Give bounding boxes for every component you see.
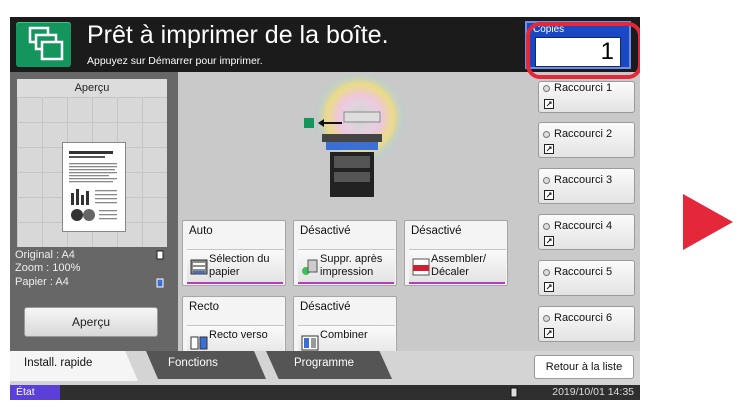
paper-tray-icon [190,259,208,275]
delete-after-print-label: Suppr. après impression [320,253,383,278]
paper-portrait-icon [156,250,164,260]
collate-offset-button[interactable]: Désactivé Assembler/ Décaler [404,220,508,286]
radio-icon [543,177,550,184]
document-thumbnail [62,142,126,232]
shortcut-2[interactable]: Raccourci 2 [538,122,635,158]
zoom-level: Zoom : 100% [15,262,81,274]
copies-field[interactable]: Copies 1 [525,21,631,69]
copies-label: Copies [533,24,565,35]
combine-icon [301,335,319,351]
tab-install-rapide[interactable]: Install. rapide [10,351,138,381]
duplex-icon [190,336,208,350]
shortcut-4[interactable]: Raccourci 4 [538,214,635,250]
original-size: Original : A4 [15,249,75,261]
shortcut-icon [544,99,554,109]
shortcut-6-label: Raccourci 6 [554,312,613,324]
shortcut-3[interactable]: Raccourci 3 [538,168,635,204]
collate-offset-label: Assembler/ Décaler [431,253,487,278]
shortcut-icon [544,328,554,338]
status-bar: État 2019/10/01 14:35 [10,385,640,400]
shortcut-1-label: Raccourci 1 [554,82,613,94]
copies-input[interactable]: 1 [535,37,621,67]
shortcut-1[interactable]: Raccourci 1 [538,81,635,113]
shortcut-icon [544,144,554,154]
collate-icon [412,258,430,276]
printer-icon [304,74,408,197]
shortcut-2-label: Raccourci 2 [554,128,613,140]
memory-icon [510,387,518,398]
duplex-value: Recto [189,301,220,313]
tab-program[interactable]: Programme [266,351,392,379]
preview-area [17,97,167,247]
status-datetime: 2019/10/01 14:35 [552,386,634,398]
paper-selection-button[interactable]: Auto Sélection du papier [182,220,286,286]
back-to-list-button[interactable]: Retour à la liste [534,355,634,379]
control-panel-screen: Prêt à imprimer de la boîte. Appuyez sur… [10,17,640,400]
preview-caption: Aperçu [17,79,167,97]
shortcut-5-label: Raccourci 5 [554,266,613,278]
page-subtitle: Appuyez sur Démarrer pour imprimer. [87,55,263,67]
paper-selection-label: Sélection du papier [209,253,270,278]
shortcut-icon [544,282,554,292]
next-arrow-icon [683,194,733,250]
shortcut-icon [544,190,554,200]
shortcut-4-label: Raccourci 4 [554,220,613,232]
status-button[interactable]: État [10,385,60,400]
combine-label: Combiner [320,329,368,341]
preview-panel: Aperçu Original: A4 Zoom: 100% Papier … [10,72,178,362]
duplex-label: Recto verso [209,329,268,341]
shortcut-6[interactable]: Raccourci 6 [538,306,635,342]
radio-icon [543,131,550,138]
delete-after-print-button[interactable]: Désactivé Suppr. après impression [293,220,397,286]
delete-after-print-value: Désactivé [300,225,351,237]
combine-value: Désactivé [300,301,351,313]
paper-size: Papier : A4 [15,276,69,288]
settings-area: Auto Sélection du papier Désactivé Suppr… [182,72,512,362]
page-title: Prêt à imprimer de la boîte. [87,21,389,49]
radio-icon [543,315,550,322]
document-box-icon [28,26,64,61]
radio-icon [543,223,550,230]
radio-icon [543,85,550,92]
copies-value: 1 [600,38,614,65]
paper-tray-icon [156,278,164,288]
home-button[interactable] [16,22,71,67]
shortcut-5[interactable]: Raccourci 5 [538,260,635,296]
shortcut-icon [544,236,554,246]
collate-offset-value: Désactivé [411,225,462,237]
shortcut-3-label: Raccourci 3 [554,174,613,186]
preview-button[interactable]: Aperçu [24,307,158,337]
radio-icon [543,269,550,276]
delete-document-icon [302,259,318,275]
tab-functions[interactable]: Fonctions [146,351,266,379]
paper-selection-value: Auto [189,225,213,237]
